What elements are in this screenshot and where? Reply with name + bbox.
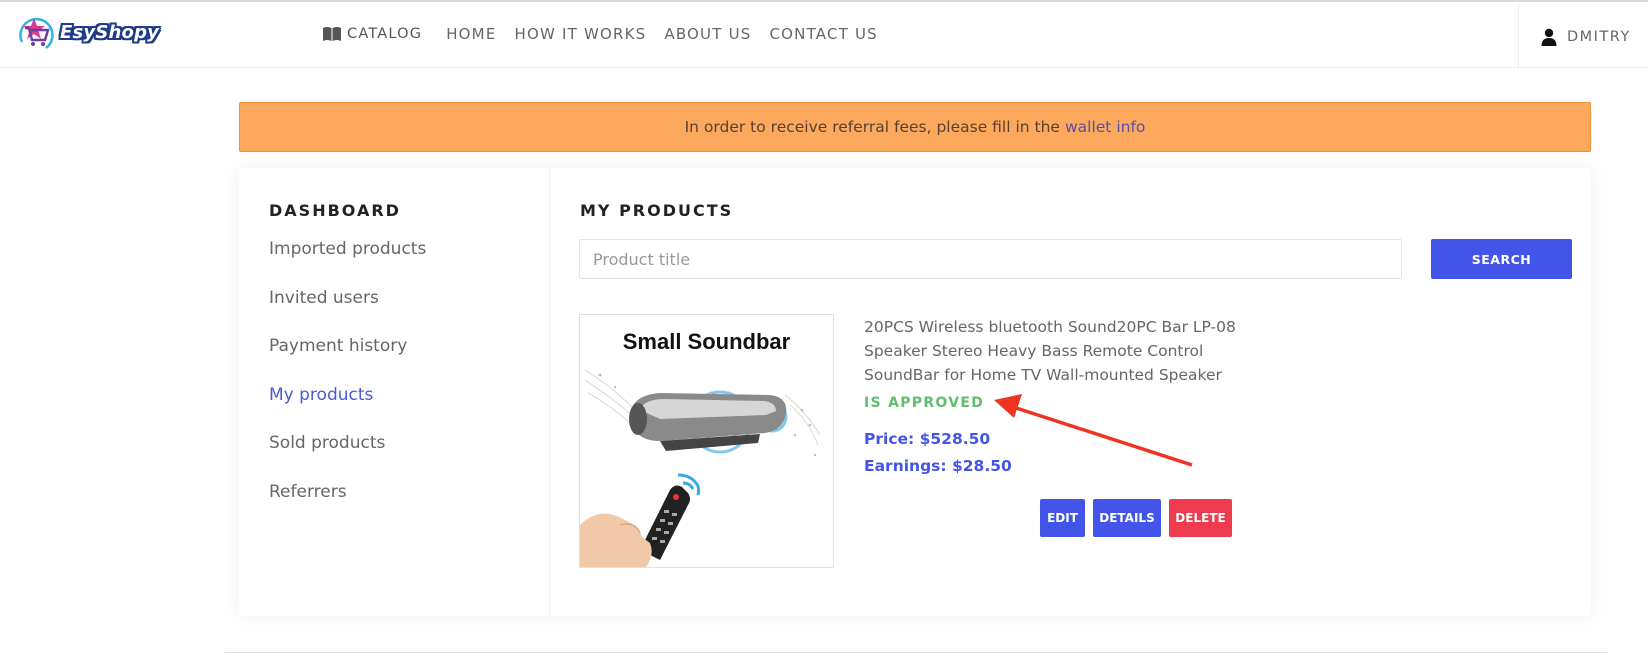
sidebar-title: DASHBOARD bbox=[269, 201, 401, 220]
product-search-input[interactable] bbox=[579, 239, 1402, 279]
nav-catalog-label: CATALOG bbox=[347, 26, 423, 42]
logo[interactable]: EsyShopy bbox=[16, 14, 160, 54]
product-image[interactable]: Small Soundbar bbox=[579, 314, 834, 568]
user-menu[interactable]: DMITRY bbox=[1518, 4, 1648, 70]
sidebar-item-my-products[interactable]: My products bbox=[269, 385, 373, 405]
cart-logo-icon bbox=[19, 17, 54, 50]
nav-catalog[interactable]: CATALOG bbox=[322, 26, 422, 42]
main-nav: CATALOG HOME HOW IT WORKS ABOUT US CONTA… bbox=[322, 25, 896, 43]
sidebar: DASHBOARD Imported products Invited user… bbox=[239, 168, 550, 616]
sidebar-item-invited-users[interactable]: Invited users bbox=[269, 288, 379, 308]
delete-button[interactable]: DELETE bbox=[1169, 499, 1232, 537]
wallet-alert: In order to receive referral fees, pleas… bbox=[239, 102, 1591, 152]
sidebar-item-imported-products[interactable]: Imported products bbox=[269, 239, 426, 259]
wallet-info-link[interactable]: wallet info bbox=[1065, 118, 1145, 136]
status-badge: IS APPROVED bbox=[864, 395, 985, 411]
book-icon bbox=[323, 27, 341, 41]
nav-how-it-works[interactable]: HOW IT WORKS bbox=[515, 25, 647, 43]
nav-contact-us[interactable]: CONTACT US bbox=[769, 25, 877, 43]
annotation-arrow-icon bbox=[994, 394, 1193, 467]
details-button[interactable]: DETAILS bbox=[1093, 499, 1161, 537]
user-name: DMITRY bbox=[1567, 29, 1631, 45]
alert-text: In order to receive referral fees, pleas… bbox=[684, 118, 1060, 136]
product-price: Price: $528.50 bbox=[864, 430, 991, 448]
user-icon bbox=[1541, 28, 1557, 46]
footer-divider bbox=[225, 652, 1607, 653]
logo-text: EsyShopy bbox=[60, 22, 160, 43]
search-button[interactable]: SEARCH bbox=[1431, 239, 1572, 279]
product-name[interactable]: 20PCS Wireless bluetooth Sound20PC Bar L… bbox=[864, 315, 1244, 387]
edit-button[interactable]: EDIT bbox=[1040, 499, 1085, 537]
page-title: MY PRODUCTS bbox=[580, 201, 734, 220]
site-header: EsyShopy CATALOG HOME HOW IT WORKS ABOUT… bbox=[0, 2, 1648, 70]
nav-home[interactable]: HOME bbox=[446, 25, 496, 43]
soundbar-illustration bbox=[580, 369, 821, 567]
sidebar-item-sold-products[interactable]: Sold products bbox=[269, 433, 385, 453]
sidebar-item-payment-history[interactable]: Payment history bbox=[269, 336, 407, 356]
dashboard-card: DASHBOARD Imported products Invited user… bbox=[239, 168, 1591, 616]
sidebar-item-referrers[interactable]: Referrers bbox=[269, 482, 347, 502]
nav-about-us[interactable]: ABOUT US bbox=[664, 25, 751, 43]
